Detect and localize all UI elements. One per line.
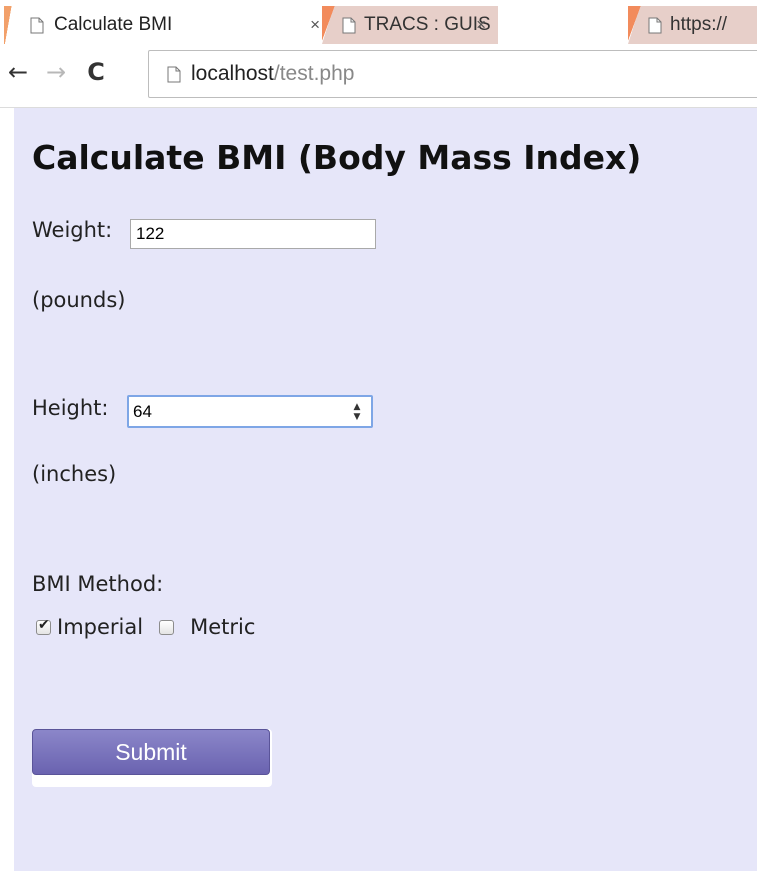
toolbar: ← → C localhost/test.php xyxy=(0,44,757,104)
chevron-down-icon[interactable]: ▼ xyxy=(354,413,361,422)
bmi-method-label: BMI Method: xyxy=(32,572,164,596)
checkmark-icon: ✔ xyxy=(38,616,50,633)
page-icon xyxy=(30,17,44,34)
chevron-up-icon[interactable]: ▲ xyxy=(354,403,361,412)
height-unit-label: (inches) xyxy=(32,462,117,486)
metric-checkbox[interactable] xyxy=(159,619,175,635)
metric-label[interactable]: Metric xyxy=(190,615,255,639)
tab-calculate-bmi[interactable]: Calculate BMI × xyxy=(4,6,334,44)
url-host: localhost xyxy=(191,62,274,85)
weight-input[interactable] xyxy=(130,219,376,249)
close-icon[interactable]: × xyxy=(476,15,486,35)
forward-arrow-icon[interactable]: → xyxy=(42,58,70,86)
height-label: Height: xyxy=(32,396,109,420)
back-arrow-icon[interactable]: ← xyxy=(4,58,32,86)
page-viewport: Calculate BMI (Body Mass Index) Weight: … xyxy=(14,108,757,871)
tab-https[interactable]: https:// xyxy=(628,6,757,44)
close-icon[interactable]: × xyxy=(310,15,320,35)
height-input[interactable]: ▲ ▼ xyxy=(127,395,373,428)
address-bar[interactable]: localhost/test.php xyxy=(148,50,757,98)
url-path: /test.php xyxy=(273,62,355,85)
submit-button[interactable]: Submit xyxy=(32,729,270,775)
page-icon xyxy=(342,17,356,34)
browser-chrome: Calculate BMI × TRACS : GUISpring20 × xyxy=(0,0,757,108)
imperial-label[interactable]: Imperial xyxy=(57,615,143,639)
tab-title: https:// xyxy=(670,14,728,35)
reload-icon[interactable]: C xyxy=(82,58,110,86)
tab-strip: Calculate BMI × TRACS : GUISpring20 × xyxy=(0,0,757,44)
page-icon xyxy=(167,66,181,83)
weight-unit-label: (pounds) xyxy=(32,288,126,312)
tab-title: Calculate BMI xyxy=(54,14,173,35)
height-stepper[interactable]: ▲ ▼ xyxy=(351,403,363,422)
imperial-checkbox[interactable]: ✔ xyxy=(36,616,51,635)
tab-tracs[interactable]: TRACS : GUISpring20 × xyxy=(322,6,498,44)
bmi-method-options: ✔ Imperial Metric xyxy=(36,612,255,642)
height-input-field[interactable] xyxy=(129,398,329,425)
page-title: Calculate BMI (Body Mass Index) xyxy=(32,138,642,177)
submit-container: Submit xyxy=(32,729,272,787)
page-icon xyxy=(648,17,662,34)
weight-label: Weight: xyxy=(32,218,113,242)
tab-title: TRACS : GUISpring20 xyxy=(364,14,490,35)
